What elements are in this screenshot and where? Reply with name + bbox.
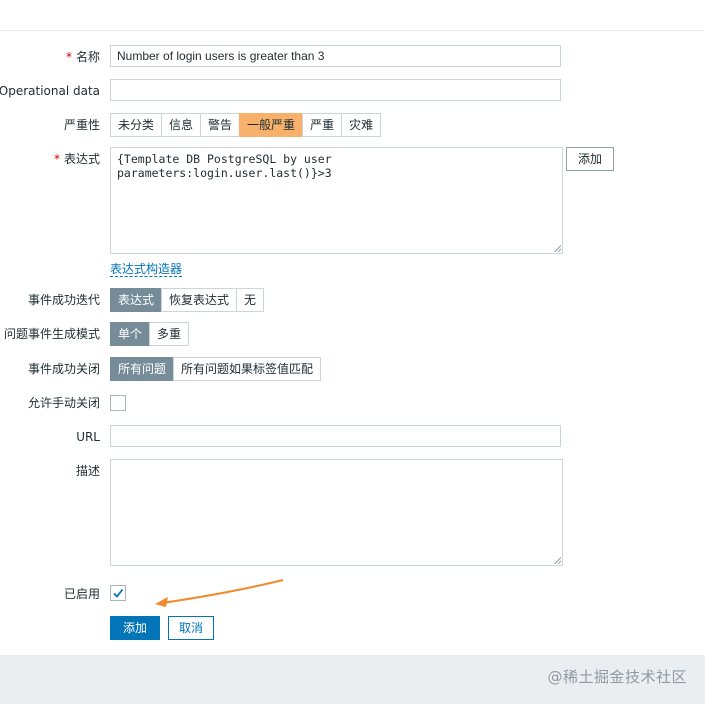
top-divider — [0, 30, 705, 31]
description-textarea[interactable] — [110, 459, 563, 566]
problem-mode-multiple[interactable]: 多重 — [149, 322, 190, 346]
problem-event-mode-label: 问题事件生成模式 — [3, 327, 100, 341]
ok-event-closes-selector: 所有问题 所有问题如果标签值匹配 — [110, 357, 322, 381]
cancel-button[interactable]: 取消 — [168, 616, 215, 640]
severity-average[interactable]: 一般严重 — [239, 113, 304, 137]
url-label: URL — [76, 430, 100, 444]
closes-all-problems[interactable]: 所有问题 — [110, 357, 175, 381]
allow-manual-close-checkbox[interactable] — [110, 395, 126, 411]
operational-data-input[interactable] — [110, 79, 561, 101]
name-input[interactable] — [110, 45, 561, 67]
checkmark-icon — [113, 588, 124, 598]
severity-not-classified[interactable]: 未分类 — [110, 113, 163, 137]
expression-label: * 表达式 — [53, 152, 100, 166]
operational-data-label: Operational data — [0, 84, 100, 98]
ok-event-generation-selector: 表达式 恢复表达式 无 — [110, 288, 265, 312]
problem-mode-single[interactable]: 单个 — [110, 322, 151, 346]
url-input[interactable] — [110, 425, 561, 447]
description-label: 描述 — [75, 464, 100, 478]
add-button[interactable]: 添加 — [110, 616, 161, 640]
ok-event-generation-label: 事件成功迭代 — [27, 293, 100, 307]
expression-resize-handle[interactable] — [554, 245, 561, 252]
severity-selector: 未分类 信息 警告 一般严重 严重 灾难 — [110, 113, 382, 137]
expression-add-button[interactable]: 添加 — [566, 147, 615, 171]
watermark: @稀土掘金技术社区 — [547, 668, 687, 686]
expression-constructor-link[interactable]: 表达式构造器 — [110, 262, 183, 277]
name-label: * 名称 — [65, 50, 100, 64]
severity-label: 严重性 — [63, 118, 100, 132]
severity-information[interactable]: 信息 — [161, 113, 202, 137]
closes-tag-match[interactable]: 所有问题如果标签值匹配 — [173, 357, 322, 381]
annotation-arrow-icon — [155, 579, 284, 607]
ok-event-none[interactable]: 无 — [236, 288, 265, 312]
ok-event-expression[interactable]: 表达式 — [110, 288, 163, 312]
ok-event-closes-label: 事件成功关闭 — [27, 362, 100, 376]
problem-event-mode-selector: 单个 多重 — [110, 322, 190, 346]
severity-warning[interactable]: 警告 — [200, 113, 241, 137]
expression-textarea[interactable]: {Template DB PostgreSQL by user paramete… — [110, 147, 563, 254]
allow-manual-close-label: 允许手动关闭 — [27, 396, 100, 410]
severity-high[interactable]: 严重 — [302, 113, 343, 137]
enabled-label: 已启用 — [63, 587, 100, 601]
ok-event-recovery-expression[interactable]: 恢复表达式 — [161, 288, 238, 312]
description-resize-handle[interactable] — [554, 557, 561, 564]
enabled-checkbox[interactable] — [110, 585, 126, 601]
severity-disaster[interactable]: 灾难 — [341, 113, 382, 137]
